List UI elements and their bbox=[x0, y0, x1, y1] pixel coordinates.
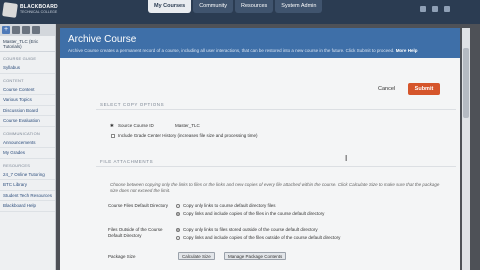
help-icon[interactable] bbox=[432, 6, 438, 12]
menu-item-blackboard-help[interactable]: Blackboard Help bbox=[0, 201, 55, 212]
section-copy-options: SELECT COPY OPTIONS bbox=[100, 102, 165, 107]
menu-heading-course-guide: COURSE GUIDE bbox=[3, 56, 37, 61]
calculate-size-button[interactable]: Calculate Size bbox=[178, 252, 215, 260]
menu-heading-content: CONTENT bbox=[3, 77, 24, 83]
default-dir-option-1-label: Copy only links to course default direct… bbox=[183, 203, 276, 208]
page-scrollbar[interactable] bbox=[462, 28, 470, 270]
submit-button[interactable]: Submit bbox=[408, 83, 440, 95]
action-bar: Cancel Submit bbox=[60, 80, 460, 98]
menu-item-my-grades[interactable]: My Grades bbox=[0, 148, 55, 159]
page-title: Archive Course bbox=[68, 34, 137, 45]
source-course-value: Master_TLC bbox=[175, 123, 200, 128]
add-menu-item-icon[interactable]: + bbox=[2, 26, 10, 34]
source-course-label: Source Course ID bbox=[118, 123, 154, 128]
institution-logo[interactable]: BLACKBOARD TECHNICAL COLLEGE bbox=[2, 2, 63, 20]
menu-item-syllabus[interactable]: Syllabus bbox=[0, 63, 55, 74]
refresh-icon[interactable] bbox=[12, 26, 20, 34]
required-icon: ✱ bbox=[110, 123, 114, 128]
radio-button[interactable] bbox=[176, 235, 180, 240]
menu-heading-resources: RESOURCES bbox=[3, 162, 31, 168]
course-title[interactable]: Master_TLC (Eric Tutorials) bbox=[0, 36, 55, 52]
expand-icon[interactable] bbox=[32, 26, 40, 34]
logo-icon bbox=[2, 2, 18, 18]
menu-item-course-evaluation[interactable]: Course Evaluation bbox=[0, 116, 55, 127]
page-description-text: Archive Course creates a permanent recor… bbox=[68, 48, 395, 53]
menu-heading-communication: COMMUNICATION bbox=[3, 130, 40, 136]
logo-subtext: TECHNICAL COLLEGE bbox=[20, 10, 58, 14]
radio-button-selected[interactable] bbox=[176, 227, 180, 232]
default-dir-option-1[interactable]: Copy only links to course default direct… bbox=[176, 203, 276, 208]
scrollbar-thumb[interactable] bbox=[463, 48, 469, 118]
manage-package-button[interactable]: Manage Package Contents bbox=[224, 252, 287, 260]
main-tabs: My Courses Community Resources System Ad… bbox=[148, 0, 323, 14]
outside-directory-label: Files Outside of the Course Default Dire… bbox=[108, 227, 163, 238]
logout-icon[interactable] bbox=[444, 6, 450, 12]
outside-dir-option-1[interactable]: Copy only links to files stored outside … bbox=[176, 227, 318, 232]
grade-history-label: Include Grade Center History (increases … bbox=[118, 133, 258, 138]
header-tools bbox=[420, 6, 450, 12]
more-help-link[interactable]: More Help bbox=[396, 48, 418, 53]
menu-item-discussion-board[interactable]: Discussion Board bbox=[0, 106, 55, 116]
menu-item-various-topics[interactable]: Various Topics bbox=[0, 95, 55, 106]
folder-view-icon[interactable] bbox=[22, 26, 30, 34]
outside-dir-option-2[interactable]: Copy links and include copies of the fil… bbox=[176, 235, 340, 240]
menu-item-online-tutoring[interactable]: 24_7 Online Tutoring bbox=[0, 170, 55, 180]
home-icon[interactable] bbox=[420, 6, 426, 12]
top-header: BLACKBOARD TECHNICAL COLLEGE My Courses … bbox=[0, 0, 480, 24]
file-attachments-intro: Choose between copying only the links to… bbox=[110, 182, 440, 193]
tab-my-courses[interactable]: My Courses bbox=[148, 0, 192, 13]
default-directory-label: Course Files Default Directory bbox=[108, 203, 169, 208]
menu-item-announcements[interactable]: Announcements bbox=[0, 138, 55, 148]
outside-dir-option-2-label: Copy links and include copies of the fil… bbox=[183, 235, 341, 240]
cancel-button[interactable]: Cancel bbox=[378, 86, 395, 92]
default-dir-option-2-label: Copy links and include copies of the fil… bbox=[183, 211, 325, 216]
course-menu-toolbar: + bbox=[0, 24, 55, 36]
outside-dir-option-1-label: Copy only links to files stored outside … bbox=[183, 227, 318, 232]
mouse-cursor-icon: I bbox=[345, 154, 348, 163]
grade-history-checkbox[interactable] bbox=[111, 134, 115, 138]
page-header: Archive Course Archive Course creates a … bbox=[60, 28, 460, 58]
course-menu: + Master_TLC (Eric Tutorials) COURSE GUI… bbox=[0, 24, 56, 270]
menu-item-library[interactable]: BTC Library bbox=[0, 180, 55, 191]
content-area: Archive Course Archive Course creates a … bbox=[60, 28, 460, 270]
tab-resources[interactable]: Resources bbox=[235, 0, 274, 13]
section-divider bbox=[96, 109, 456, 110]
tab-system-admin[interactable]: System Admin bbox=[275, 0, 323, 13]
page-description: Archive Course creates a permanent recor… bbox=[68, 48, 452, 53]
radio-button[interactable] bbox=[176, 203, 180, 208]
menu-item-course-content[interactable]: Course Content bbox=[0, 85, 55, 95]
radio-button-selected[interactable] bbox=[176, 211, 180, 216]
tab-community[interactable]: Community bbox=[193, 0, 233, 13]
default-dir-option-2[interactable]: Copy links and include copies of the fil… bbox=[176, 211, 324, 216]
section-file-attachments: FILE ATTACHMENTS bbox=[100, 159, 154, 164]
menu-item-tech-resources[interactable]: Student Tech Resources bbox=[0, 191, 55, 201]
package-size-label: Package Size bbox=[108, 254, 136, 259]
section-divider bbox=[96, 166, 456, 167]
